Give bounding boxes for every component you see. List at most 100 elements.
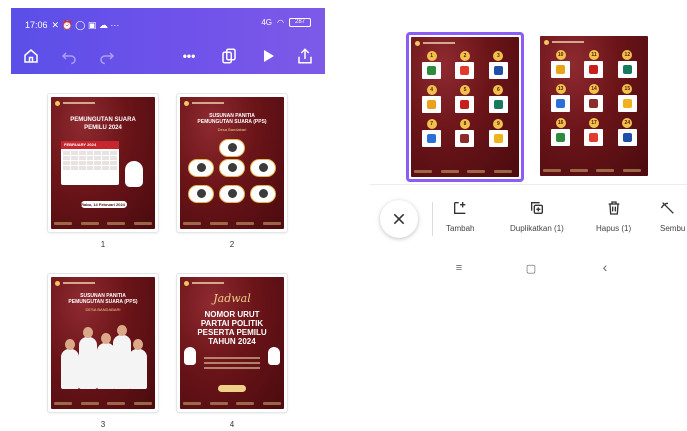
calendar-graphic: FEBRUARY 2024 [61, 141, 119, 185]
party-cell: 5 [452, 85, 477, 113]
party-logo [488, 62, 508, 79]
slide-title-2: PEMUNGUTAN SUARA (PPS) [197, 119, 267, 125]
status-bar: 17:06 ✕ ⏰ ◯ ▣ ☁ ··· [25, 18, 119, 32]
play-icon[interactable] [256, 44, 280, 68]
home-nav-icon[interactable]: ▢ [524, 262, 538, 275]
slide-title: PEMUNGUTAN SUARA [70, 117, 136, 123]
page-actions-bar: Tambah Duplikatkan (1) Hapus (1) Sembu [370, 188, 687, 252]
party-number-badge: 6 [493, 85, 504, 95]
party-logo [422, 62, 442, 79]
party-cell: 11 [581, 50, 606, 78]
slide-title-4: TAHUN 2024 [208, 337, 256, 346]
page-number-4: 4 [229, 420, 235, 429]
page-number-3: 3 [100, 420, 106, 429]
party-cell: 1 [419, 51, 444, 79]
party-number-badge: 17 [588, 118, 599, 128]
editor-topbar: 17:06 ✕ ⏰ ◯ ▣ ☁ ··· 4G ◠ 287 ••• [11, 8, 325, 74]
redo-icon[interactable] [95, 44, 119, 68]
party-number-badge: 24 [622, 118, 633, 128]
slide-preview: PEMUNGUTAN SUARA PEMILU 2024 FEBRUARY 20… [51, 97, 155, 229]
slide-preview: SUSUNAN PANITIA PEMUNGUTAN SUARA (PPS) D… [51, 277, 155, 409]
left-editor-screen: 17:06 ✕ ⏰ ◯ ▣ ☁ ··· 4G ◠ 287 ••• PEMUNGU… [11, 8, 325, 431]
party-logo [584, 129, 604, 146]
slide-title-2: PEMILU 2024 [84, 125, 122, 131]
page-thumbnail-1[interactable]: PEMUNGUTAN SUARA PEMILU 2024 FEBRUARY 20… [48, 94, 158, 232]
wifi-icon: ◠ [277, 18, 284, 27]
slide-subtitle: DESA BANDABARI [85, 307, 121, 312]
right-page-manager-screen: 123456789 10 11 12 13 14 15 16 17 24 Tambah [370, 28, 687, 431]
party-logo [455, 130, 475, 147]
party-logo [551, 61, 571, 78]
party-number-badge: 2 [459, 51, 470, 61]
duplicate-icon [530, 202, 543, 214]
slide-preview: SUSUNAN PANITIA PEMUNGUTAN SUARA (PPS) D… [180, 97, 284, 229]
status-time: 17:06 [25, 20, 48, 30]
party-number-badge: 13 [555, 84, 566, 94]
party-logo [584, 61, 604, 78]
party-number-badge: 14 [588, 84, 599, 94]
party-cell: 4 [419, 85, 444, 113]
party-number-badge: 16 [555, 118, 566, 128]
duplicate-button[interactable]: Duplikatkan (1) [510, 200, 564, 233]
undo-icon[interactable] [57, 44, 81, 68]
close-icon [393, 213, 405, 225]
party-number-badge: 1 [426, 51, 437, 61]
hide-icon [660, 202, 674, 214]
slide-title-2: PEMUNGUTAN SUARA (PPS) [68, 299, 138, 305]
party-grid-a: 1 2 3 4 5 6 7 8 9 [419, 51, 511, 147]
slide-subtitle: Desa Bandabari [217, 127, 247, 132]
hide-button[interactable]: Sembu [660, 200, 685, 233]
home-icon[interactable] [19, 44, 43, 68]
page-thumbnail-4[interactable]: Jadwal NOMOR URUT PARTAI POLITIK PESERTA… [177, 274, 287, 412]
actions-separator [432, 202, 433, 236]
party-cell: 17 [581, 118, 606, 146]
slide-note: Rabu, 14 Februari 2024 [81, 202, 125, 207]
slide-preview: 1 2 3 4 5 6 7 8 9 [411, 37, 519, 177]
page-thumbnail-2[interactable]: SUSUNAN PANITIA PEMUNGUTAN SUARA (PPS) D… [177, 94, 287, 232]
slide-preview: 10 11 12 13 14 15 16 17 24 [540, 36, 648, 176]
close-button[interactable] [380, 200, 418, 238]
party-number-badge: 5 [459, 85, 470, 95]
share-icon[interactable] [293, 44, 317, 68]
party-cell: 8 [452, 119, 477, 147]
page-thumbnail-parties-2[interactable]: 10 11 12 13 14 15 16 17 24 [536, 32, 654, 182]
more-options-button[interactable]: ••• [177, 44, 201, 68]
duplicate-label: Duplikatkan (1) [510, 224, 564, 233]
party-logo [551, 95, 571, 112]
page-thumbnail-3[interactable]: SUSUNAN PANITIA PEMUNGUTAN SUARA (PPS) D… [48, 274, 158, 412]
delete-label: Hapus (1) [596, 224, 632, 233]
party-number-badge: 9 [493, 119, 504, 129]
party-cell: 9 [486, 119, 511, 147]
mascot-graphic [125, 161, 143, 187]
signal-label: 4G [261, 18, 273, 27]
battery-icon: 287 [289, 18, 311, 27]
delete-button[interactable]: Hapus (1) [596, 200, 631, 233]
selected-page-thumbnail[interactable]: 1 2 3 4 5 6 7 8 9 [406, 32, 524, 182]
party-number-badge: 3 [493, 51, 504, 61]
party-number-badge: 7 [426, 119, 437, 129]
party-cell: 3 [486, 51, 511, 79]
party-logo [617, 61, 637, 78]
editor-toolbar: ••• [11, 44, 325, 70]
party-number-badge: 10 [555, 50, 566, 60]
calendar-month: FEBRUARY [64, 142, 87, 147]
slide-preview: Jadwal NOMOR URUT PARTAI POLITIK PESERTA… [180, 277, 284, 409]
party-grid-b: 10 11 12 13 14 15 16 17 24 [548, 50, 640, 146]
party-logo [584, 95, 604, 112]
party-cell: 16 [548, 118, 573, 146]
party-cell: 24 [615, 118, 640, 146]
party-logo [455, 96, 475, 113]
hide-label: Sembu [660, 224, 686, 233]
divider [370, 184, 687, 185]
party-number-badge: 15 [622, 84, 633, 94]
back-icon[interactable]: ‹ [598, 259, 612, 275]
page-number-2: 2 [229, 240, 235, 249]
trash-icon [608, 201, 619, 215]
party-cell: 15 [615, 84, 640, 112]
add-page-label: Tambah [446, 224, 475, 233]
party-cell: 2 [452, 51, 477, 79]
pages-icon[interactable] [217, 44, 241, 68]
recents-icon[interactable]: ≡ [452, 262, 466, 274]
add-page-button[interactable]: Tambah [446, 200, 474, 233]
party-logo [422, 130, 442, 147]
